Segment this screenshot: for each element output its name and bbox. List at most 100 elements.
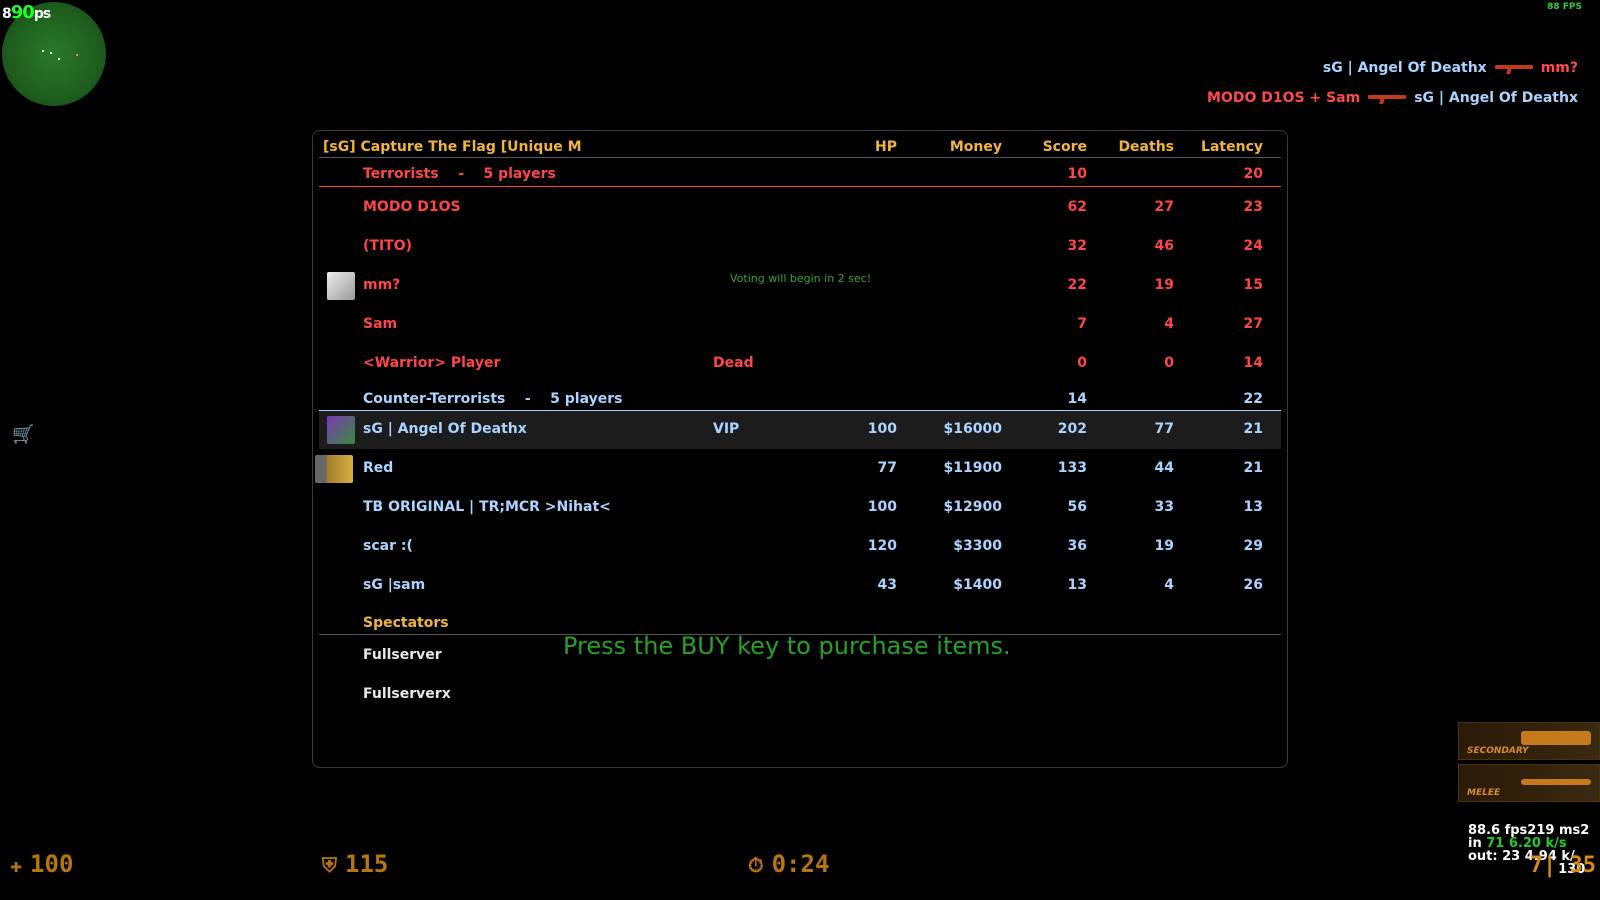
- player-status: Dead: [713, 355, 754, 371]
- weapon-slot-melee: MELEE: [1458, 764, 1600, 802]
- player-row[interactable]: Red 77 $11900 133 44 21: [313, 450, 1287, 488]
- team-score: 10: [1067, 166, 1087, 182]
- team-latency: 20: [1243, 166, 1263, 182]
- player-score: 133: [1057, 460, 1087, 476]
- player-score: 22: [1067, 277, 1087, 293]
- player-money: $16000: [943, 421, 1002, 437]
- armor-display: ⛨ 115: [322, 850, 388, 878]
- killer-name: sG | Angel Of Deathx: [1322, 60, 1487, 76]
- ak47-icon: [1368, 93, 1407, 103]
- scoreboard: [sG] Capture The Flag [Unique M HP Money…: [312, 130, 1288, 768]
- weapon-slot-label: SECONDARY: [1467, 746, 1529, 756]
- netgraph-out-label: out:: [1468, 849, 1503, 864]
- pistol-icon: [1521, 731, 1591, 745]
- column-money: Money: [949, 139, 1002, 155]
- player-score: 36: [1067, 538, 1087, 554]
- team-name: Spectators: [363, 615, 449, 631]
- avatar: [327, 416, 355, 444]
- player-score: 62: [1067, 199, 1087, 215]
- player-money: $11900: [943, 460, 1002, 476]
- player-hp: 43: [877, 577, 897, 593]
- player-money: $12900: [943, 499, 1002, 515]
- killfeed-entry: sG | Angel Of Deathx mm?: [1323, 60, 1578, 76]
- player-latency: 13: [1243, 499, 1263, 515]
- player-row[interactable]: Sam 7 4 27: [313, 306, 1287, 344]
- player-score: 56: [1067, 499, 1087, 515]
- server-name: [sG] Capture The Flag [Unique M: [323, 139, 582, 155]
- radar-blip: [58, 58, 60, 60]
- player-score: 13: [1067, 577, 1087, 593]
- player-deaths: 33: [1154, 499, 1174, 515]
- ak47-icon: [1494, 63, 1533, 73]
- player-deaths: 46: [1154, 238, 1174, 254]
- player-row[interactable]: TB ORIGINAL | TR;MCR >Nihat< 100 $12900 …: [313, 489, 1287, 527]
- fps-overlay: 890ps: [2, 2, 51, 23]
- team-latency: 22: [1243, 391, 1263, 407]
- player-name: MODO D1OS: [363, 199, 461, 215]
- player-name: TB ORIGINAL | TR;MCR >Nihat<: [363, 499, 611, 515]
- vote-message: Voting will begin in 2 sec!: [730, 272, 872, 285]
- column-hp: HP: [875, 139, 897, 155]
- player-row-local[interactable]: sG | Angel Of Deathx VIP 100 $16000 202 …: [319, 411, 1281, 449]
- player-deaths: 77: [1154, 421, 1174, 437]
- radar-blip: [42, 50, 44, 52]
- player-latency: 14: [1243, 355, 1263, 371]
- player-status: VIP: [713, 421, 740, 437]
- timer-value: 0:24: [771, 850, 830, 878]
- stopwatch-icon: ⏱: [748, 853, 764, 877]
- player-row[interactable]: Fullserverx: [313, 676, 1287, 714]
- team-name: Counter-Terrorists - 5 players: [363, 391, 623, 407]
- team-name: Terrorists - 5 players: [363, 166, 556, 182]
- player-money: $3300: [953, 538, 1002, 554]
- armor-value: 115: [345, 850, 389, 878]
- column-deaths: Deaths: [1118, 139, 1174, 155]
- player-row[interactable]: scar :( 120 $3300 36 19 29: [313, 528, 1287, 566]
- avatar: [315, 455, 353, 483]
- player-latency: 23: [1243, 199, 1263, 215]
- health-value: 100: [30, 850, 74, 878]
- team-divider: [319, 186, 1281, 187]
- buy-hint: Press the BUY key to purchase items.: [563, 632, 1011, 660]
- player-score: 0: [1077, 355, 1087, 371]
- victim-name: sG | Angel Of Deathx: [1414, 90, 1578, 106]
- armor-shield-icon: ⛨: [322, 853, 337, 877]
- fps-counter: 88 FPS: [1547, 2, 1582, 12]
- weapon-slot-label: MELEE: [1467, 788, 1501, 798]
- player-deaths: 44: [1154, 460, 1174, 476]
- health-display: ✚ 100: [10, 850, 73, 878]
- radar-blip: [50, 52, 52, 54]
- player-name: Fullserverx: [363, 686, 451, 702]
- avatar: [327, 272, 355, 300]
- player-money: $1400: [953, 577, 1002, 593]
- player-latency: 27: [1243, 316, 1263, 332]
- player-row[interactable]: (TITO) 32 46 24: [313, 228, 1287, 266]
- player-name: scar :(: [363, 538, 413, 554]
- player-row[interactable]: MODO D1OS 62 27 23: [313, 189, 1287, 227]
- health-cross-icon: ✚: [10, 853, 23, 877]
- buy-cart-icon: 🛒: [12, 424, 35, 445]
- player-name: Sam: [363, 316, 398, 332]
- player-hp: 100: [867, 499, 897, 515]
- player-deaths: 19: [1154, 538, 1174, 554]
- player-row[interactable]: sG |sam 43 $1400 13 4 26: [313, 567, 1287, 605]
- round-timer: ⏱ 0:24: [748, 850, 829, 878]
- player-deaths: 4: [1164, 316, 1174, 332]
- player-hp: 120: [867, 538, 897, 554]
- column-score: Score: [1042, 139, 1087, 155]
- player-hp: 100: [867, 421, 897, 437]
- player-deaths: 27: [1154, 199, 1174, 215]
- killfeed-entry: MODO D1OS + Sam sG | Angel Of Deathx: [1207, 90, 1578, 106]
- knife-icon: [1521, 779, 1591, 785]
- player-name: <Warrior> Player: [363, 355, 501, 371]
- weapon-slot-secondary: SECONDARY: [1458, 722, 1600, 760]
- column-latency: Latency: [1201, 139, 1263, 155]
- player-score: 7: [1077, 316, 1087, 332]
- killer-name: MODO D1OS + Sam: [1207, 90, 1361, 106]
- player-deaths: 4: [1164, 577, 1174, 593]
- player-latency: 24: [1243, 238, 1263, 254]
- player-name: (TITO): [363, 238, 413, 254]
- player-name: mm?: [363, 277, 401, 293]
- victim-name: mm?: [1540, 60, 1578, 76]
- player-row[interactable]: <Warrior> Player Dead 0 0 14: [313, 345, 1287, 383]
- player-latency: 21: [1243, 460, 1263, 476]
